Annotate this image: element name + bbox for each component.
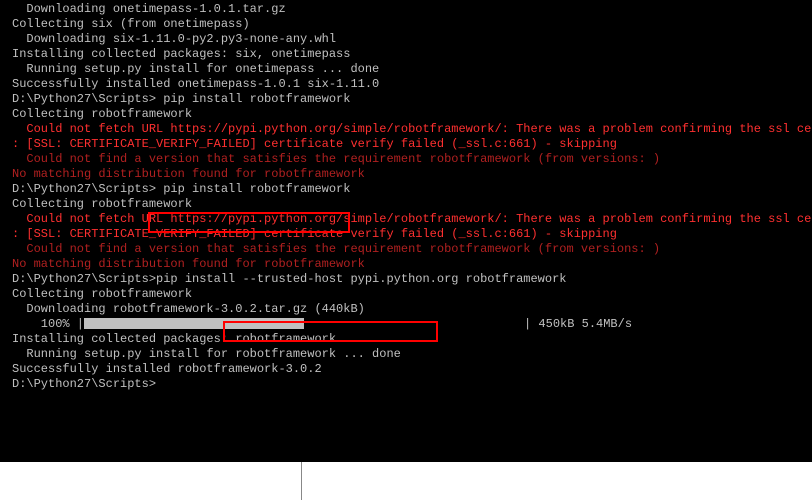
prompt-line[interactable]: D:\Python27\Scripts> pip install robotfr… — [12, 182, 812, 197]
error-line: : [SSL: CERTIFICATE_VERIFY_FAILED] certi… — [12, 137, 812, 152]
error-line: No matching distribution found for robot… — [12, 167, 812, 182]
error-line: Could not fetch URL https://pypi.python.… — [12, 122, 812, 137]
error-line: Could not find a version that satisfies … — [12, 152, 812, 167]
progress-line: 100% | | 450kB 5.4MB/s — [12, 317, 812, 332]
progress-prefix: 100% | — [12, 317, 84, 331]
output-line: Installing collected packages: six, onet… — [12, 47, 812, 62]
output-line: Downloading onetimepass-1.0.1.tar.gz — [12, 2, 812, 17]
output-line: Successfully installed onetimepass-1.0.1… — [12, 77, 812, 92]
output-line: Collecting six (from onetimepass) — [12, 17, 812, 32]
output-line: Successfully installed robotframework-3.… — [12, 362, 812, 377]
error-line: : [SSL: CERTIFICATE_VERIFY_FAILED] certi… — [12, 227, 812, 242]
progress-empty — [304, 318, 524, 329]
error-line: Could not fetch URL https://pypi.python.… — [12, 212, 812, 227]
terminal-output: Downloading onetimepass-1.0.1.tar.gz Col… — [12, 2, 812, 392]
output-line: Collecting robotframework — [12, 107, 812, 122]
output-line: Collecting robotframework — [12, 197, 812, 212]
error-line: Could not find a version that satisfies … — [12, 242, 812, 257]
progress-filled — [84, 318, 304, 329]
output-line: Downloading robotframework-3.0.2.tar.gz … — [12, 302, 812, 317]
output-line: Downloading six-1.11.0-py2.py3-none-any.… — [12, 32, 812, 47]
progress-suffix: | 450kB 5.4MB/s — [524, 317, 632, 331]
output-line: Installing collected packages: robotfram… — [12, 332, 812, 347]
prompt-line[interactable]: D:\Python27\Scripts> — [12, 377, 812, 392]
output-line: Running setup.py install for robotframew… — [12, 347, 812, 362]
output-line: Collecting robotframework — [12, 287, 812, 302]
prompt-line[interactable]: D:\Python27\Scripts> pip install robotfr… — [12, 92, 812, 107]
error-line: No matching distribution found for robot… — [12, 257, 812, 272]
output-line: Running setup.py install for onetimepass… — [12, 62, 812, 77]
prompt-line[interactable]: D:\Python27\Scripts>pip install --truste… — [12, 272, 812, 287]
divider-line — [301, 462, 302, 500]
bottom-white-area — [0, 462, 812, 500]
